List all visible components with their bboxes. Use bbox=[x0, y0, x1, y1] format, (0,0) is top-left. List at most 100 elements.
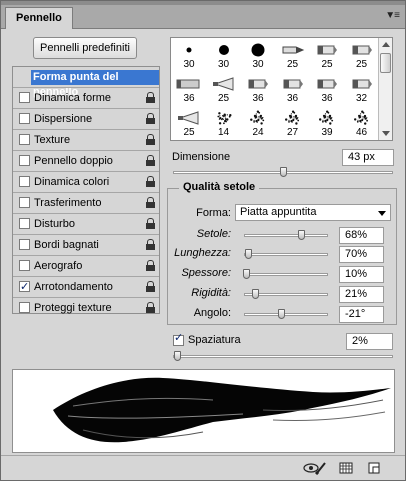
settings-item[interactable]: Dinamica colori bbox=[13, 172, 159, 193]
spaziatura-checkbox[interactable] bbox=[173, 331, 184, 346]
settings-checkbox[interactable] bbox=[19, 218, 30, 229]
lock-icon[interactable] bbox=[146, 92, 155, 103]
scroll-up-icon[interactable] bbox=[382, 42, 390, 47]
lock-icon[interactable] bbox=[146, 260, 155, 271]
brush-tip-icon bbox=[172, 76, 206, 92]
quality-slider-thumb[interactable] bbox=[245, 249, 253, 259]
settings-checkbox[interactable] bbox=[19, 134, 30, 145]
lock-icon[interactable] bbox=[146, 197, 155, 208]
quality-label: Setole: bbox=[196, 228, 231, 240]
settings-item[interactable]: Texture bbox=[13, 130, 159, 151]
settings-item-label: Bordi bagnati bbox=[34, 239, 99, 251]
brush-tip[interactable]: 24 bbox=[241, 107, 275, 140]
new-preset-icon[interactable] bbox=[367, 461, 381, 475]
settings-checkbox[interactable] bbox=[19, 197, 30, 208]
settings-checkbox[interactable] bbox=[19, 176, 30, 187]
quality-value-input[interactable]: 70% bbox=[339, 246, 384, 263]
brush-tip[interactable]: 39 bbox=[310, 107, 344, 140]
brush-tip[interactable]: 30 bbox=[172, 39, 206, 72]
settings-item-label: Pennello doppio bbox=[34, 155, 113, 167]
lock-icon[interactable] bbox=[146, 155, 155, 166]
brush-tip[interactable]: 14 bbox=[207, 107, 241, 140]
forma-select[interactable]: Piatta appuntita bbox=[235, 204, 391, 221]
lock-icon[interactable] bbox=[146, 281, 155, 292]
brush-tip-grid[interactable]: 30 30 30 25 25 25 36 25 36 36 36 32 25 14 24 27 39 46 bbox=[170, 37, 393, 141]
quality-slider-thumb[interactable] bbox=[277, 309, 285, 319]
brush-tip[interactable]: 30 bbox=[241, 39, 275, 72]
settings-checkbox[interactable] bbox=[19, 239, 30, 250]
settings-item[interactable]: Bordi bagnati bbox=[13, 235, 159, 256]
settings-item[interactable]: Disturbo bbox=[13, 214, 159, 235]
lock-icon[interactable] bbox=[146, 302, 155, 313]
panel-menu-icon[interactable]: ▼≡ bbox=[385, 10, 400, 21]
settings-checkbox[interactable] bbox=[19, 113, 30, 124]
settings-item[interactable]: Dispersione bbox=[13, 109, 159, 130]
quality-slider-thumb[interactable] bbox=[251, 289, 259, 299]
brush-tip[interactable]: 25 bbox=[276, 39, 310, 72]
brush-tip[interactable]: 36 bbox=[172, 73, 206, 106]
settings-item[interactable]: Proteggi texture bbox=[13, 298, 159, 319]
settings-checkbox[interactable] bbox=[19, 92, 30, 103]
lock-icon[interactable] bbox=[146, 218, 155, 229]
settings-checkbox[interactable] bbox=[19, 277, 30, 297]
brush-tip[interactable]: 36 bbox=[241, 73, 275, 106]
quality-slider-thumb[interactable] bbox=[242, 269, 250, 279]
spaziatura-slider-thumb[interactable] bbox=[174, 351, 182, 361]
brush-tip-icon bbox=[345, 76, 379, 92]
brush-tip-icon bbox=[276, 42, 310, 58]
stroke-preview-image bbox=[53, 377, 391, 443]
dimensione-slider-thumb[interactable] bbox=[280, 167, 287, 177]
lock-icon[interactable] bbox=[146, 134, 155, 145]
brush-tip-size: 25 bbox=[355, 59, 368, 70]
settings-item-label: Proteggi texture bbox=[34, 302, 112, 314]
settings-item[interactable]: Aerografo bbox=[13, 256, 159, 277]
brush-tip-size: 25 bbox=[286, 59, 299, 70]
brush-tip[interactable]: 27 bbox=[276, 107, 310, 140]
grid-scrollbar[interactable] bbox=[378, 38, 392, 140]
brush-tip[interactable]: 25 bbox=[172, 107, 206, 140]
settings-checkbox[interactable] bbox=[19, 260, 30, 271]
brush-tip-size: 27 bbox=[286, 127, 299, 138]
brush-tip[interactable]: 46 bbox=[345, 107, 379, 140]
brush-tip[interactable]: 25 bbox=[345, 39, 379, 72]
brush-tip[interactable]: 36 bbox=[276, 73, 310, 106]
brush-tip-icon bbox=[172, 110, 206, 126]
settings-checkbox[interactable] bbox=[19, 155, 30, 166]
settings-item[interactable]: Trasferimento bbox=[13, 193, 159, 214]
settings-item[interactable]: Dinamica forme bbox=[13, 88, 159, 109]
scroll-thumb[interactable] bbox=[380, 53, 391, 73]
quality-slider-thumb[interactable] bbox=[298, 230, 306, 240]
quality-slider-track[interactable] bbox=[244, 273, 328, 276]
quality-value-input[interactable]: 68% bbox=[339, 227, 384, 244]
brush-tip[interactable]: 30 bbox=[207, 39, 241, 72]
quality-value-input[interactable]: 21% bbox=[339, 286, 384, 303]
settings-checkbox[interactable] bbox=[19, 302, 30, 313]
brush-tip[interactable]: 36 bbox=[310, 73, 344, 106]
lock-icon[interactable] bbox=[146, 239, 155, 250]
brush-tip-size: 30 bbox=[217, 59, 230, 70]
brush-tip[interactable]: 32 bbox=[345, 73, 379, 106]
settings-item[interactable]: Pennello doppio bbox=[13, 151, 159, 172]
toggle-preview-icon[interactable] bbox=[303, 461, 327, 475]
scroll-down-icon[interactable] bbox=[382, 131, 390, 136]
settings-item[interactable]: Forma punta del pennello bbox=[13, 67, 159, 98]
brush-tip[interactable]: 25 bbox=[310, 39, 344, 72]
quality-value-input[interactable]: 10% bbox=[339, 266, 384, 283]
lock-icon[interactable] bbox=[146, 113, 155, 124]
grid-icon[interactable] bbox=[339, 461, 353, 475]
spaziatura-input[interactable]: 2% bbox=[346, 333, 393, 350]
brush-tip[interactable]: 25 bbox=[207, 73, 241, 106]
brush-tip-icon bbox=[345, 42, 379, 58]
tab-pennello[interactable]: Pennello bbox=[5, 7, 73, 29]
quality-slider-track[interactable] bbox=[244, 253, 328, 256]
brush-tip-size: 25 bbox=[321, 59, 333, 70]
brush-presets-button[interactable]: Pennelli predefiniti bbox=[33, 37, 137, 59]
quality-slider-track[interactable] bbox=[244, 234, 328, 237]
lock-icon[interactable] bbox=[146, 176, 155, 187]
quality-value-input[interactable]: -21° bbox=[339, 306, 384, 323]
dimensione-input[interactable]: 43 px bbox=[342, 149, 394, 166]
settings-item-label: Dinamica colori bbox=[34, 176, 110, 188]
spaziatura-slider-track[interactable] bbox=[173, 355, 393, 358]
quality-slider-track[interactable] bbox=[244, 313, 328, 316]
settings-item[interactable]: Arrotondamento bbox=[13, 277, 159, 298]
